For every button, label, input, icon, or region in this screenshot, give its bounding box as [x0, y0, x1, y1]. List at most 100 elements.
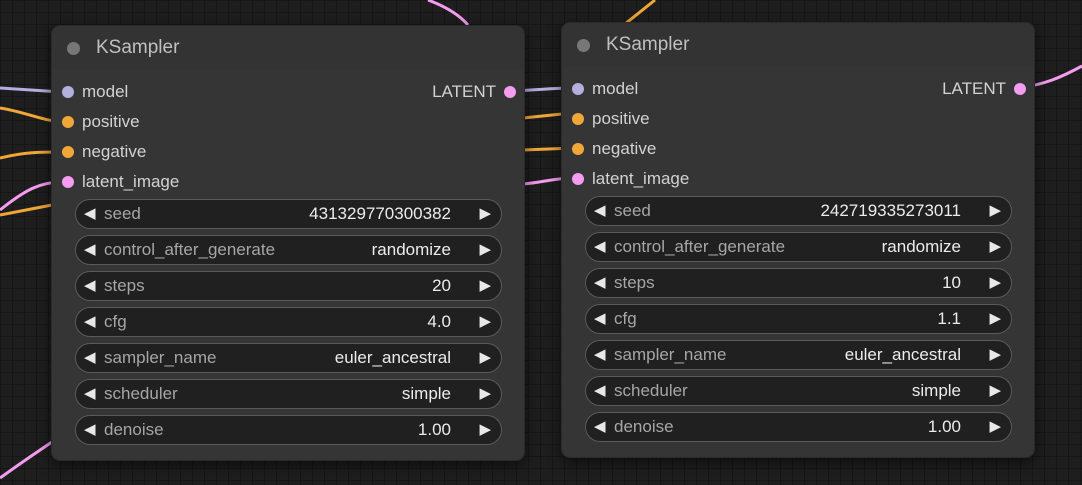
widget-value[interactable]: randomize	[882, 233, 961, 261]
widget-denoise[interactable]: ◀ denoise 1.00 ▶	[585, 412, 1012, 442]
widget-value[interactable]: simple	[402, 380, 451, 408]
node-title: KSampler	[606, 34, 690, 55]
decrement-arrow-icon[interactable]: ◀	[594, 413, 606, 441]
output-label: LATENT	[942, 79, 1006, 98]
widget-value[interactable]: simple	[912, 377, 961, 405]
widget-label: scheduler	[104, 384, 178, 403]
increment-arrow-icon[interactable]: ▶	[479, 380, 491, 408]
input-label: model	[592, 79, 639, 98]
wire-orange-top	[624, 0, 656, 26]
increment-arrow-icon[interactable]: ▶	[479, 236, 491, 264]
widget-sampler-name[interactable]: ◀ sampler_name euler_ancestral ▶	[75, 343, 502, 373]
widget-scheduler[interactable]: ◀ scheduler simple ▶	[75, 379, 502, 409]
widget-denoise[interactable]: ◀ denoise 1.00 ▶	[75, 415, 502, 445]
decrement-arrow-icon[interactable]: ◀	[84, 380, 96, 408]
widget-steps[interactable]: ◀ steps 20 ▶	[75, 271, 502, 301]
widget-label: steps	[614, 273, 655, 292]
widget-cfg[interactable]: ◀ cfg 4.0 ▶	[75, 307, 502, 337]
decrement-arrow-icon[interactable]: ◀	[594, 305, 606, 333]
ksampler-node-2[interactable]: KSampler model positive negative latent_imag…	[561, 22, 1035, 458]
node-header[interactable]: KSampler	[562, 23, 1034, 67]
decrement-arrow-icon[interactable]: ◀	[84, 200, 96, 228]
decrement-arrow-icon[interactable]: ◀	[594, 269, 606, 297]
input-label: negative	[592, 139, 657, 158]
increment-arrow-icon[interactable]: ▶	[479, 344, 491, 372]
wire-orange-left	[0, 203, 53, 217]
output-connector-dot-icon[interactable]	[504, 86, 516, 98]
decrement-arrow-icon[interactable]: ◀	[594, 233, 606, 261]
widget-cfg[interactable]: ◀ cfg 1.1 ▶	[585, 304, 1012, 334]
widget-label: sampler_name	[614, 345, 727, 364]
input-label: negative	[82, 142, 147, 161]
increment-arrow-icon[interactable]: ▶	[989, 269, 1001, 297]
widget-value[interactable]: 4.0	[427, 308, 451, 336]
widget-value[interactable]: euler_ancestral	[335, 344, 451, 372]
widget-value[interactable]: 10	[942, 269, 961, 297]
decrement-arrow-icon[interactable]: ◀	[84, 416, 96, 444]
widget-value[interactable]: 1.00	[928, 413, 961, 441]
input-label: positive	[592, 109, 650, 128]
input-connector-dot-icon[interactable]	[572, 83, 584, 95]
decrement-arrow-icon[interactable]: ◀	[594, 341, 606, 369]
widget-value[interactable]: 1.00	[418, 416, 451, 444]
decrement-arrow-icon[interactable]: ◀	[84, 272, 96, 300]
output-connector-dot-icon[interactable]	[1014, 83, 1026, 95]
widget-label: control_after_generate	[104, 240, 276, 259]
node-title: KSampler	[96, 37, 180, 58]
widget-label: scheduler	[614, 381, 688, 400]
widget-value[interactable]: 431329770300382	[309, 200, 451, 228]
input-connector-dot-icon[interactable]	[62, 116, 74, 128]
widget-steps[interactable]: ◀ steps 10 ▶	[585, 268, 1012, 298]
widget-scheduler[interactable]: ◀ scheduler simple ▶	[585, 376, 1012, 406]
ksampler-node-1[interactable]: KSampler model positive negative latent_imag…	[51, 25, 525, 461]
increment-arrow-icon[interactable]: ▶	[479, 200, 491, 228]
widget-value[interactable]: 20	[432, 272, 451, 300]
wire-orange-mid	[522, 112, 563, 120]
widget-control-after-generate[interactable]: ◀ control_after_generate randomize ▶	[75, 235, 502, 265]
widget-sampler-name[interactable]: ◀ sampler_name euler_ancestral ▶	[585, 340, 1012, 370]
widget-value[interactable]: 1.1	[937, 305, 961, 333]
collapse-dot-icon[interactable]	[577, 39, 590, 52]
increment-arrow-icon[interactable]: ▶	[989, 413, 1001, 441]
increment-arrow-icon[interactable]: ▶	[479, 416, 491, 444]
decrement-arrow-icon[interactable]: ◀	[594, 197, 606, 225]
widget-seed[interactable]: ◀ seed 242719335273011 ▶	[585, 196, 1012, 226]
input-connector-dot-icon[interactable]	[572, 113, 584, 125]
wire-pink-top	[427, 0, 470, 27]
increment-arrow-icon[interactable]: ▶	[989, 233, 1001, 261]
increment-arrow-icon[interactable]: ▶	[479, 308, 491, 336]
input-connector-dot-icon[interactable]	[572, 143, 584, 155]
increment-arrow-icon[interactable]: ▶	[989, 341, 1001, 369]
input-label: positive	[82, 112, 140, 131]
widget-label: cfg	[614, 309, 637, 328]
collapse-dot-icon[interactable]	[67, 42, 80, 55]
widget-value[interactable]: euler_ancestral	[845, 341, 961, 369]
widget-label: steps	[104, 276, 145, 295]
widget-seed[interactable]: ◀ seed 431329770300382 ▶	[75, 199, 502, 229]
widget-label: denoise	[104, 420, 164, 439]
increment-arrow-icon[interactable]: ▶	[989, 305, 1001, 333]
input-connector-dot-icon[interactable]	[62, 146, 74, 158]
increment-arrow-icon[interactable]: ▶	[989, 377, 1001, 405]
input-connector-dot-icon[interactable]	[62, 86, 74, 98]
increment-arrow-icon[interactable]: ▶	[479, 272, 491, 300]
widget-control-after-generate[interactable]: ◀ control_after_generate randomize ▶	[585, 232, 1012, 262]
widget-value[interactable]: randomize	[372, 236, 451, 264]
decrement-arrow-icon[interactable]: ◀	[84, 236, 96, 264]
output-label: LATENT	[432, 82, 496, 101]
widget-label: sampler_name	[104, 348, 217, 367]
decrement-arrow-icon[interactable]: ◀	[594, 377, 606, 405]
output-slot-latent[interactable]: LATENT	[376, 81, 516, 103]
increment-arrow-icon[interactable]: ▶	[989, 197, 1001, 225]
decrement-arrow-icon[interactable]: ◀	[84, 344, 96, 372]
input-label: latent_image	[592, 169, 690, 188]
wire-pink-bottom-left	[0, 440, 53, 480]
node-header[interactable]: KSampler	[52, 26, 524, 70]
input-connector-dot-icon[interactable]	[572, 173, 584, 185]
widget-label: control_after_generate	[614, 237, 786, 256]
output-slot-latent[interactable]: LATENT	[886, 78, 1026, 100]
widget-value[interactable]: 242719335273011	[820, 197, 961, 225]
input-connector-dot-icon[interactable]	[62, 176, 74, 188]
input-label: latent_image	[82, 172, 180, 191]
decrement-arrow-icon[interactable]: ◀	[84, 308, 96, 336]
